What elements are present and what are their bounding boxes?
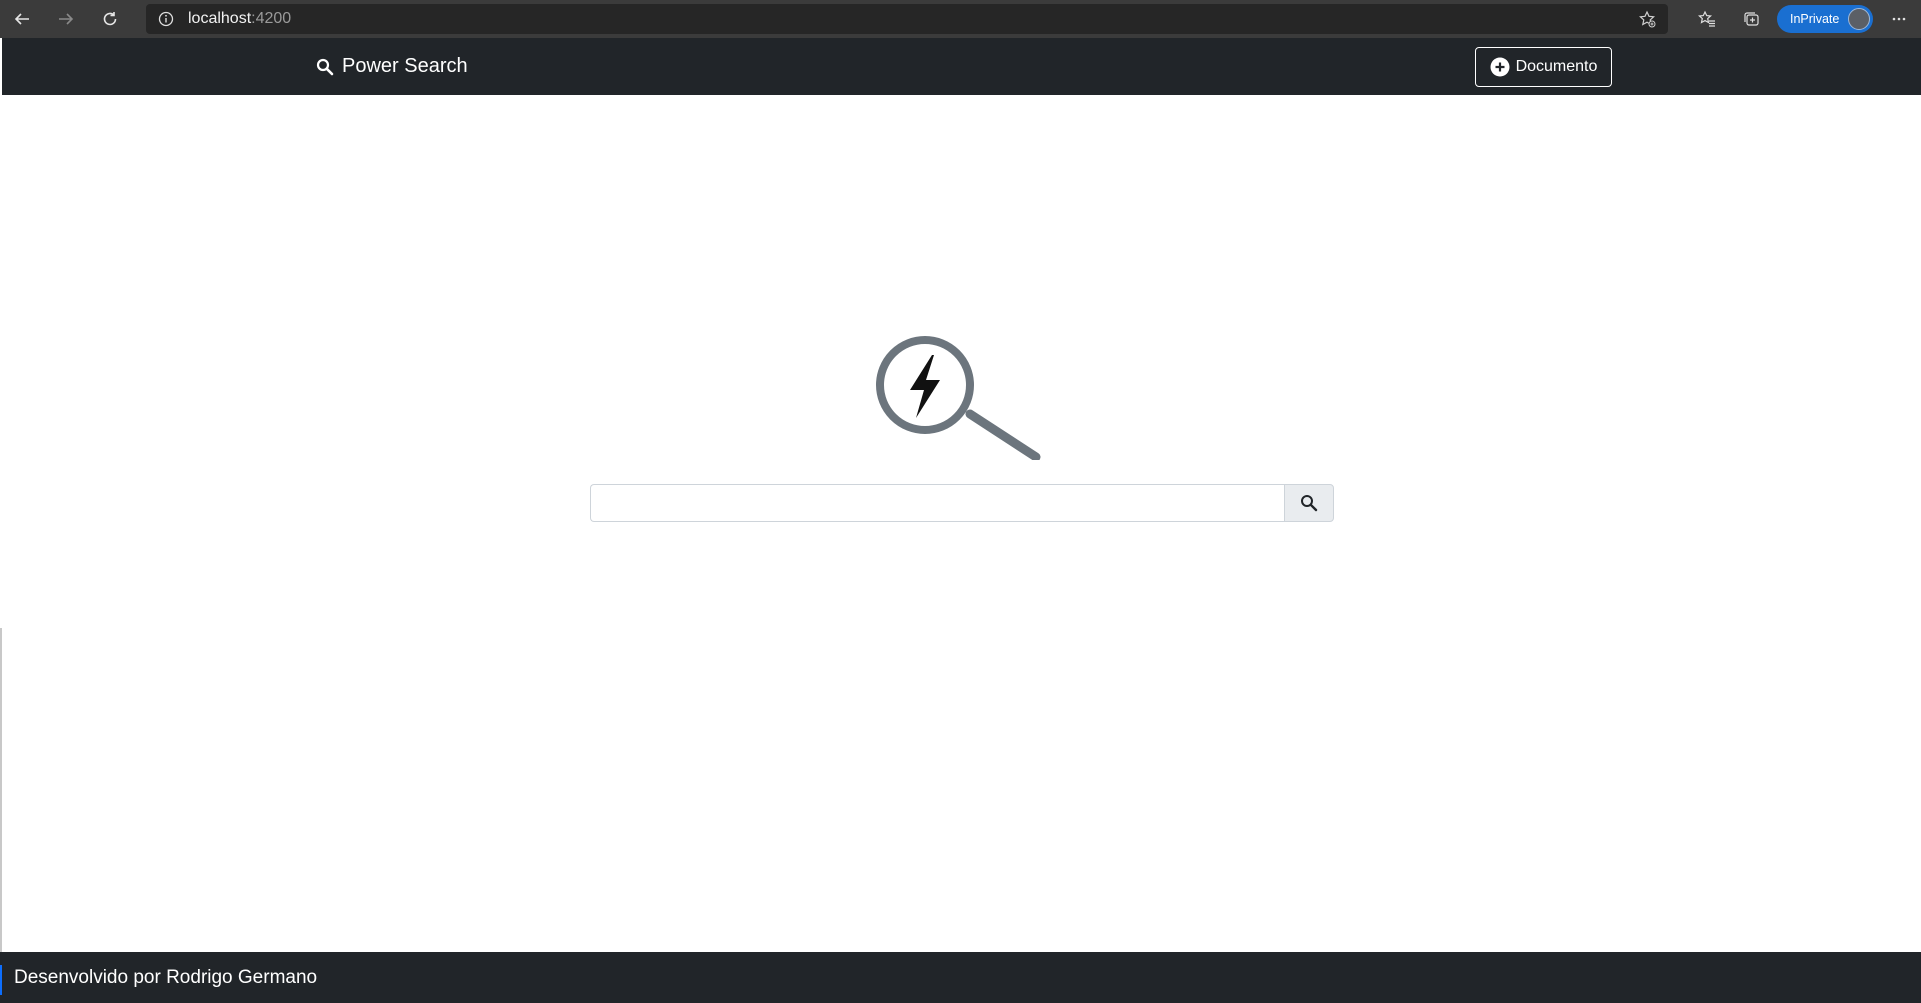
left-edge-divider [0, 628, 2, 953]
brand-title: Power Search [342, 55, 468, 77]
avatar [1848, 8, 1870, 30]
refresh-button[interactable] [88, 0, 132, 38]
back-button[interactable] [0, 0, 44, 38]
favorites-button[interactable] [1685, 0, 1729, 38]
footer-accent [0, 965, 2, 995]
url-port: :4200 [251, 10, 292, 27]
app-navbar: Power Search Documento [2, 38, 1921, 95]
new-document-label: Documento [1515, 58, 1598, 75]
back-arrow-icon [14, 13, 29, 25]
browser-toolbar: localhost:4200 InPrivate [0, 0, 1921, 38]
lightning-magnifier-icon [870, 330, 1050, 462]
url-host: localhost [188, 10, 252, 27]
search-icon [1301, 495, 1318, 512]
forward-button[interactable] [44, 0, 88, 38]
search-button[interactable] [1284, 484, 1334, 522]
navbar-brand[interactable]: Power Search [316, 55, 468, 78]
address-bar[interactable]: localhost:4200 [146, 4, 1668, 34]
footer-credit: Desenvolvido por Rodrigo Germano [14, 966, 318, 988]
search-input[interactable] [590, 484, 1284, 522]
inprivate-badge[interactable]: InPrivate [1777, 5, 1873, 33]
info-icon[interactable] [158, 11, 174, 27]
plus-circle-icon [1490, 57, 1510, 77]
refresh-icon [103, 12, 117, 26]
search-icon [316, 58, 334, 76]
collections-icon [1744, 12, 1759, 26]
favorites-icon [1698, 10, 1715, 27]
collections-button[interactable] [1729, 0, 1773, 38]
star-add-icon[interactable] [1638, 10, 1656, 33]
forward-arrow-icon [59, 13, 74, 25]
search-group [590, 484, 1334, 522]
more-button[interactable] [1877, 0, 1921, 38]
page-footer: Desenvolvido por Rodrigo Germano [0, 952, 1921, 1003]
inprivate-label: InPrivate [1790, 12, 1840, 26]
browser-actions: InPrivate [1685, 0, 1921, 38]
more-icon [1892, 17, 1906, 21]
new-document-button[interactable]: Documento [1475, 47, 1612, 87]
